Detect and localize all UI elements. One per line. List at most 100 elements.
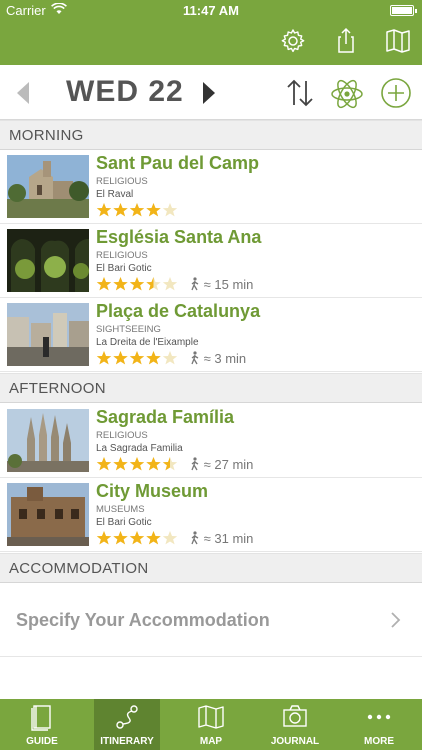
tab-label: GUIDE bbox=[26, 736, 58, 747]
star-icon bbox=[162, 457, 178, 471]
star-icon bbox=[96, 277, 112, 291]
place-photo bbox=[7, 303, 89, 366]
place-area: La Sagrada Familia bbox=[96, 443, 183, 454]
tab-itinerary[interactable]: ITINERARY bbox=[94, 699, 160, 750]
star-icon bbox=[129, 277, 145, 291]
place-title: Sagrada Família bbox=[96, 407, 235, 427]
battery-icon bbox=[390, 5, 417, 16]
place-area: La Dreita de l'Eixample bbox=[96, 337, 199, 348]
walking-person-icon bbox=[191, 277, 199, 291]
settings-button[interactable] bbox=[278, 26, 308, 56]
walking-time-label: ≈ 3 min bbox=[203, 351, 247, 366]
star-icon bbox=[96, 531, 112, 545]
add-place-button[interactable] bbox=[380, 77, 412, 109]
share-button[interactable] bbox=[331, 26, 361, 56]
itinerary-row[interactable]: City Museum MUSEUMS El Bari Gotic ≈ 31 m… bbox=[0, 478, 422, 552]
optimize-button[interactable] bbox=[330, 77, 364, 111]
map-icon bbox=[198, 705, 224, 729]
place-photo bbox=[7, 155, 89, 218]
star-icon bbox=[146, 203, 161, 217]
current-day-label: WED 22 bbox=[66, 75, 184, 108]
walking-person-icon bbox=[191, 531, 199, 545]
map-button[interactable] bbox=[383, 26, 413, 56]
place-title: City Museum bbox=[96, 481, 209, 501]
place-category: RELIGIOUS bbox=[96, 176, 148, 187]
place-area: El Bari Gotic bbox=[96, 517, 152, 528]
plus-circle-icon bbox=[381, 78, 411, 108]
star-icon bbox=[113, 457, 128, 471]
walking-time-label: ≈ 31 min bbox=[203, 531, 254, 546]
walking-time: ≈ 27 min bbox=[190, 457, 253, 472]
tab-label: MORE bbox=[364, 736, 394, 747]
tab-more[interactable]: MORE bbox=[346, 699, 412, 750]
route-icon bbox=[116, 705, 138, 729]
walking-person-icon bbox=[191, 457, 199, 471]
place-area: El Raval bbox=[96, 189, 134, 200]
walking-person-icon bbox=[191, 351, 199, 365]
star-icon bbox=[96, 351, 112, 365]
place-title: Església Santa Ana bbox=[96, 227, 262, 247]
section-title: ACCOMMODATION bbox=[9, 560, 149, 577]
camera-icon bbox=[283, 705, 307, 727]
walking-time-label: ≈ 27 min bbox=[203, 457, 254, 472]
itinerary-row[interactable]: Sant Pau del Camp RELIGIOUS El Raval bbox=[0, 150, 422, 224]
star-icon bbox=[113, 531, 128, 545]
place-category: RELIGIOUS bbox=[96, 250, 148, 261]
star-icon bbox=[96, 457, 112, 471]
star-icon bbox=[146, 351, 161, 365]
book-icon bbox=[31, 705, 51, 731]
triangle-right-icon bbox=[203, 82, 215, 104]
status-time: 11:47 AM bbox=[183, 3, 239, 18]
tab-map[interactable]: MAP bbox=[178, 699, 244, 750]
place-title: Plaça de Catalunya bbox=[96, 301, 261, 321]
place-title: Sant Pau del Camp bbox=[96, 153, 260, 173]
star-icon bbox=[162, 277, 178, 291]
star-icon bbox=[113, 277, 128, 291]
star-icon bbox=[96, 203, 112, 217]
star-icon bbox=[146, 457, 161, 471]
rating-stars bbox=[96, 202, 186, 218]
itinerary-row[interactable]: Església Santa Ana RELIGIOUS El Bari Got… bbox=[0, 224, 422, 298]
section-title: MORNING bbox=[9, 127, 84, 144]
section-header-morning: MORNING bbox=[0, 120, 422, 150]
place-category: SIGHTSEEING bbox=[96, 324, 161, 335]
star-icon bbox=[162, 531, 178, 545]
triangle-left-icon bbox=[17, 82, 29, 104]
walking-time-label: ≈ 15 min bbox=[203, 277, 254, 292]
tab-bar: GUIDE ITINERARY MAP JOURNAL MORE bbox=[0, 699, 422, 750]
itinerary-row[interactable]: Plaça de Catalunya SIGHTSEEING La Dreita… bbox=[0, 298, 422, 372]
walking-time: ≈ 31 min bbox=[190, 531, 253, 546]
star-icon bbox=[129, 351, 145, 365]
rating-stars bbox=[96, 276, 186, 292]
chevron-right-icon bbox=[390, 611, 402, 629]
tab-journal[interactable]: JOURNAL bbox=[262, 699, 328, 750]
tab-guide[interactable]: GUIDE bbox=[9, 699, 75, 750]
walking-time: ≈ 15 min bbox=[190, 277, 253, 292]
more-icon bbox=[367, 714, 391, 720]
reorder-button[interactable] bbox=[284, 77, 316, 109]
atom-icon bbox=[331, 79, 363, 109]
rating-stars bbox=[96, 530, 186, 546]
star-icon bbox=[146, 277, 161, 291]
next-day-button[interactable] bbox=[198, 81, 218, 105]
place-photo bbox=[7, 229, 89, 292]
star-icon bbox=[146, 531, 161, 545]
itinerary-row[interactable]: Sagrada Família RELIGIOUS La Sagrada Fam… bbox=[0, 404, 422, 478]
top-bar: Carrier 11:47 AM bbox=[0, 0, 422, 65]
star-icon bbox=[129, 203, 145, 217]
sort-arrows-icon bbox=[287, 79, 313, 107]
place-photo bbox=[7, 483, 89, 546]
place-category: RELIGIOUS bbox=[96, 430, 148, 441]
place-area: El Bari Gotic bbox=[96, 263, 152, 274]
tab-label: ITINERARY bbox=[100, 736, 154, 747]
specify-accommodation-row[interactable]: Specify Your Accommodation bbox=[0, 585, 422, 657]
walking-time: ≈ 3 min bbox=[190, 351, 246, 366]
section-header-afternoon: AFTERNOON bbox=[0, 373, 422, 403]
star-icon bbox=[129, 531, 145, 545]
star-icon bbox=[162, 351, 178, 365]
place-category: MUSEUMS bbox=[96, 504, 145, 515]
previous-day-button[interactable] bbox=[14, 81, 34, 105]
day-selector: WED 22 bbox=[0, 65, 422, 120]
section-title: AFTERNOON bbox=[9, 380, 106, 397]
star-icon bbox=[113, 203, 128, 217]
